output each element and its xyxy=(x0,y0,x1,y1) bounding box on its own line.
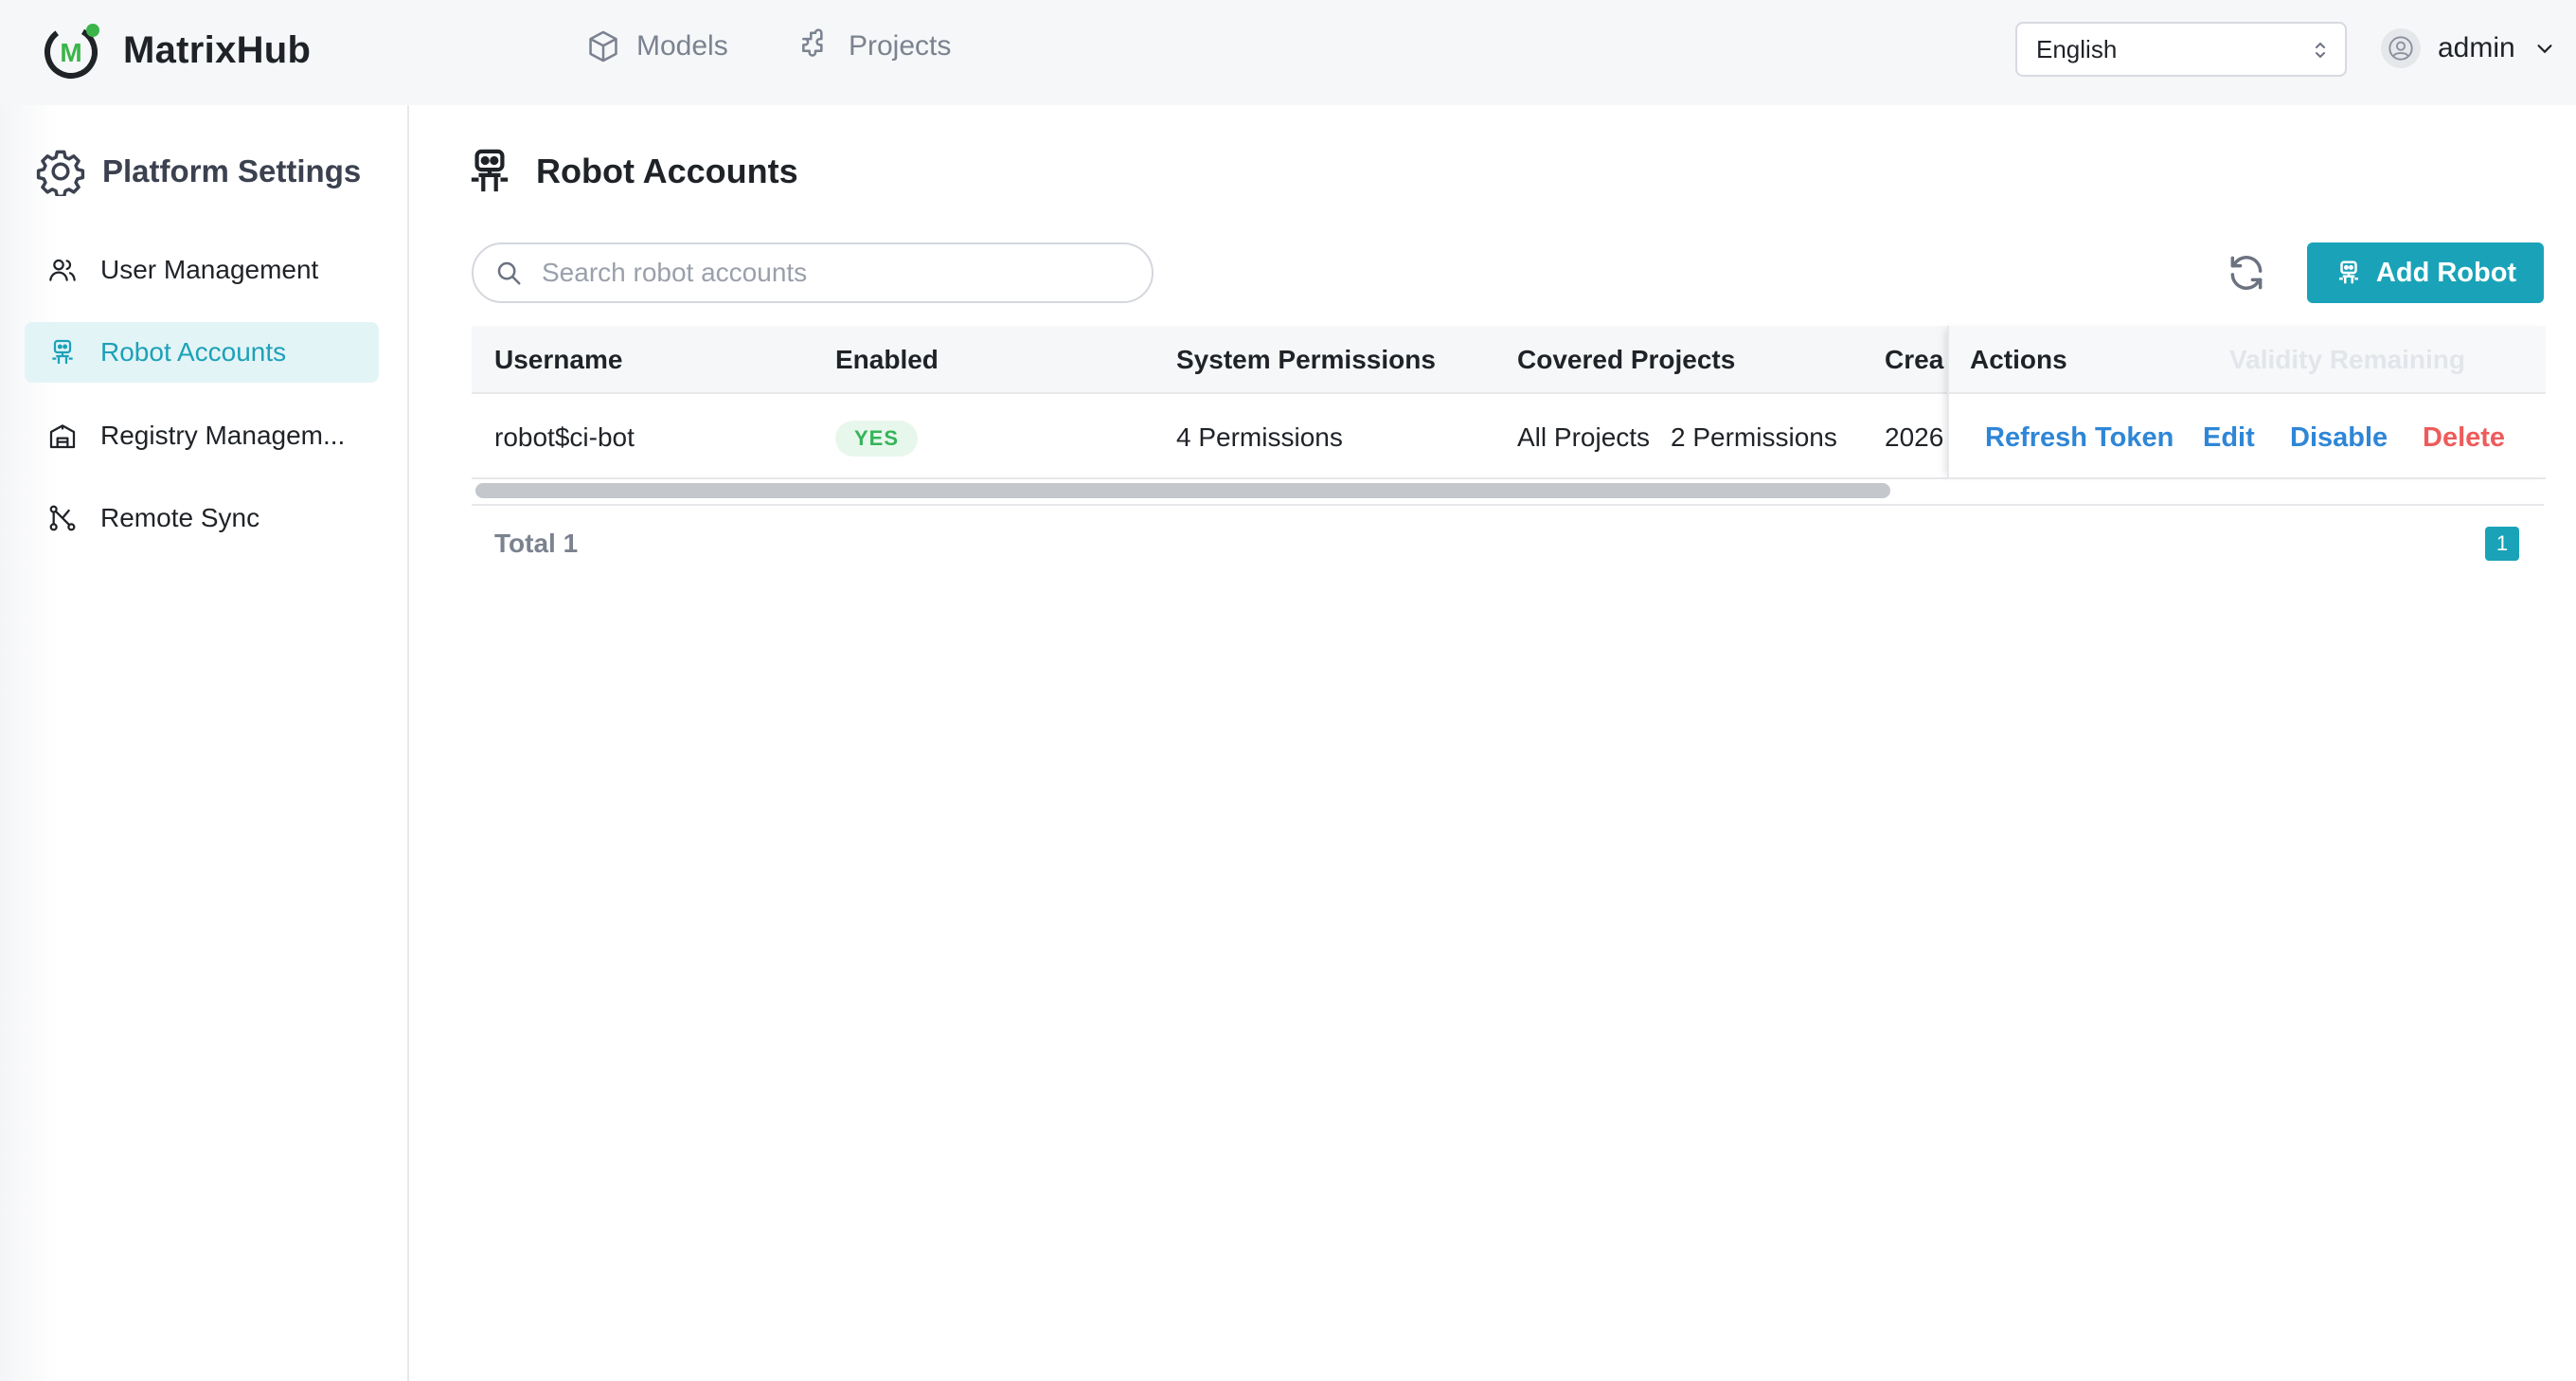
top-header: M MatrixHub Models Projects English admi… xyxy=(0,0,2576,105)
total-count: Total 1 xyxy=(494,529,579,558)
cell-system-permissions[interactable]: 4 Permissions xyxy=(1176,422,1343,453)
scrollbar-thumb[interactable] xyxy=(475,483,1890,498)
sync-nodes-icon xyxy=(49,505,76,531)
robot-icon xyxy=(52,339,73,364)
nav-models-label: Models xyxy=(636,30,728,62)
user-menu[interactable]: admin xyxy=(2381,28,2555,68)
refresh-token-link[interactable]: Refresh Token xyxy=(1985,422,2174,454)
avatar xyxy=(2381,28,2421,68)
divider xyxy=(472,504,2544,506)
pagination-page-1[interactable]: 1 xyxy=(2485,527,2519,561)
sidebar-item-label: Remote Sync xyxy=(100,503,260,532)
add-robot-button[interactable]: Add Robot xyxy=(2307,242,2544,303)
robot-icon xyxy=(471,149,509,192)
app-name: MatrixHub xyxy=(123,28,312,71)
svg-text:M: M xyxy=(60,38,81,67)
sidebar-item-robot-accounts[interactable]: Robot Accounts xyxy=(25,322,379,383)
page-title-label: Robot Accounts xyxy=(536,152,798,190)
language-select[interactable]: English xyxy=(2015,22,2347,77)
cell-username: robot$ci-bot xyxy=(494,422,635,452)
sidebar-item-label: Registry Managem... xyxy=(100,421,346,450)
actions-cell: Refresh Token Edit Disable Delete xyxy=(1949,394,2546,479)
actions-fixed-column: Validity Remaining Actions Refresh Token… xyxy=(1947,326,2546,479)
brand[interactable]: M MatrixHub xyxy=(42,19,311,81)
search-box[interactable] xyxy=(472,242,1154,303)
building-icon xyxy=(49,424,76,449)
column-header-enabled[interactable]: Enabled xyxy=(835,345,939,375)
language-selected: English xyxy=(2036,34,2118,63)
page-title: Robot Accounts xyxy=(468,148,798,195)
matrixhub-logo-icon: M xyxy=(45,24,99,79)
cell-created: 2026 xyxy=(1885,422,1944,452)
search-icon xyxy=(497,261,521,285)
puzzle-icon xyxy=(802,28,823,57)
created-column-clipped: Crea 2026 xyxy=(1885,326,1945,477)
actions-header: Validity Remaining Actions xyxy=(1949,326,2546,394)
cell-covered-projects-scope: All Projects xyxy=(1517,422,1651,452)
gear-icon xyxy=(36,150,85,196)
users-icon xyxy=(49,259,76,281)
column-header-system-permissions[interactable]: System Permissions xyxy=(1176,345,1436,375)
up-down-chevron-icon xyxy=(2316,42,2325,59)
user-circle-icon xyxy=(2388,36,2413,61)
status-badge: YES xyxy=(835,421,919,457)
column-header-actions: Actions xyxy=(1970,345,2067,374)
sidebar-title-label: Platform Settings xyxy=(102,153,362,188)
robot-icon xyxy=(2338,260,2358,284)
column-header-covered-projects[interactable]: Covered Projects xyxy=(1517,345,1735,375)
nav-models[interactable]: Models xyxy=(585,28,728,64)
robot-accounts-table: Username Enabled System Permissions Cove… xyxy=(472,326,2546,515)
disable-link[interactable]: Disable xyxy=(2290,422,2388,454)
column-header-username[interactable]: Username xyxy=(494,345,622,375)
username-label: admin xyxy=(2438,32,2515,63)
sidebar-item-user-management[interactable]: User Management xyxy=(25,240,379,300)
sidebar-item-remote-sync[interactable]: Remote Sync xyxy=(25,488,379,548)
horizontal-scrollbar[interactable] xyxy=(475,483,2544,498)
column-header-created[interactable]: Crea xyxy=(1885,345,1943,375)
sidebar-title: Platform Settings xyxy=(36,147,361,196)
edit-link[interactable]: Edit xyxy=(2203,422,2255,454)
add-robot-label: Add Robot xyxy=(2375,257,2517,288)
search-input[interactable] xyxy=(542,258,1129,288)
chevron-down-icon xyxy=(2537,45,2552,54)
sidebar-item-label: Robot Accounts xyxy=(100,337,287,367)
refresh-icon[interactable] xyxy=(2226,252,2267,294)
sidebar-item-registry-management[interactable]: Registry Managem... xyxy=(25,405,379,466)
delete-link[interactable]: Delete xyxy=(2423,422,2505,454)
nav-projects-label: Projects xyxy=(849,30,952,62)
sidebar-item-label: User Management xyxy=(100,255,319,284)
nav-projects[interactable]: Projects xyxy=(797,28,951,64)
cube-icon xyxy=(589,30,617,63)
column-header-validity-remaining: Validity Remaining xyxy=(2229,345,2465,374)
cell-covered-projects-permissions[interactable]: 2 Permissions xyxy=(1671,422,1837,453)
sidebar: Platform Settings User Management Robot … xyxy=(0,105,409,1381)
